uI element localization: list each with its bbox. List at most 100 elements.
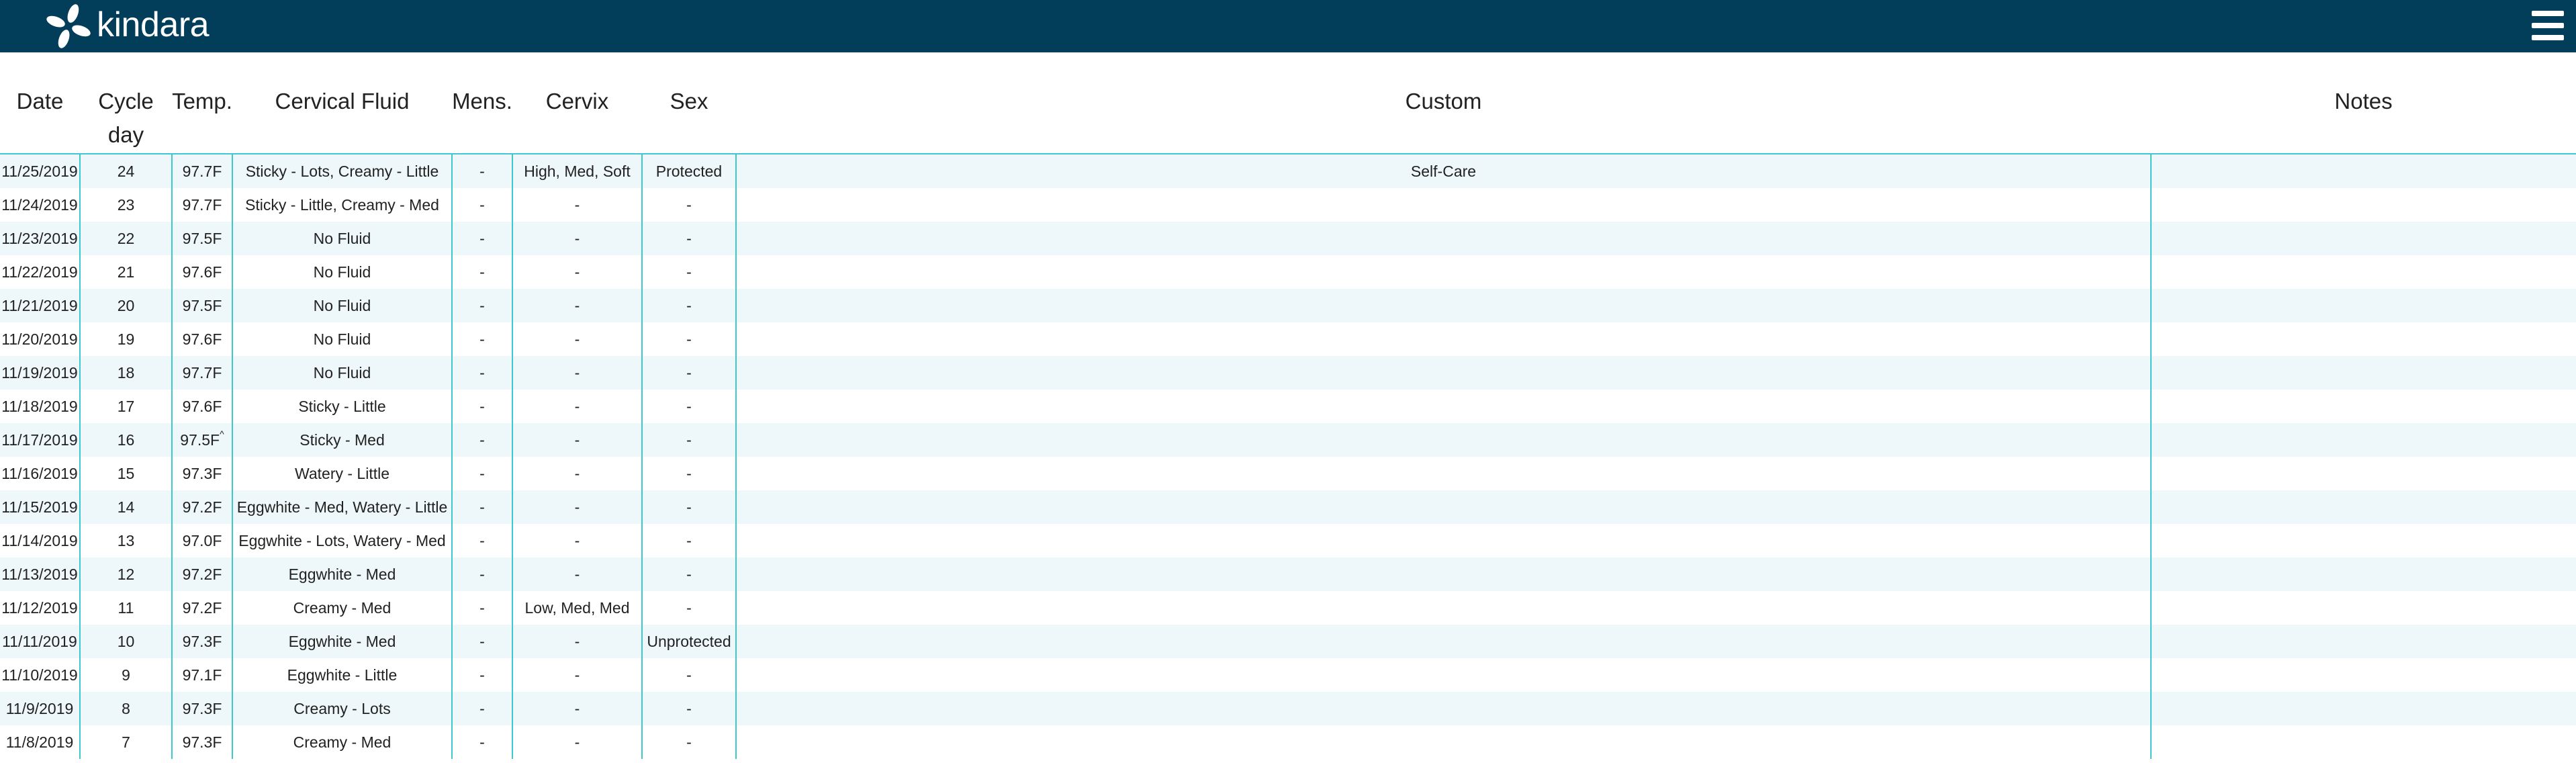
cell-sex[interactable]: - <box>641 222 736 255</box>
cell-custom[interactable] <box>735 591 2151 625</box>
cell-date[interactable]: 11/18/2019 <box>0 390 80 423</box>
cell-cycle-day[interactable]: 8 <box>79 692 172 725</box>
cell-date[interactable]: 11/8/2019 <box>0 725 80 759</box>
cell-custom[interactable] <box>735 289 2151 322</box>
cell-cervix[interactable]: - <box>512 457 642 490</box>
cell-cervix[interactable]: - <box>512 692 642 725</box>
cell-mens[interactable]: - <box>451 591 512 625</box>
cell-temp[interactable]: 97.7F <box>171 356 232 390</box>
cell-sex[interactable]: - <box>641 390 736 423</box>
cell-mens[interactable]: - <box>451 356 512 390</box>
cell-cervix[interactable]: - <box>512 423 642 457</box>
cell-cervical-fluid[interactable]: Eggwhite - Little <box>232 658 452 692</box>
cell-sex[interactable]: Unprotected <box>641 625 736 658</box>
cell-cycle-day[interactable]: 10 <box>79 625 172 658</box>
cell-cycle-day[interactable]: 16 <box>79 423 172 457</box>
table-row[interactable]: 11/22/2019 21 97.6F No Fluid - - - <box>0 255 2576 289</box>
cell-sex[interactable]: - <box>641 423 736 457</box>
cell-sex[interactable]: - <box>641 658 736 692</box>
cell-date[interactable]: 11/12/2019 <box>0 591 80 625</box>
cell-notes[interactable] <box>2150 457 2576 490</box>
cell-date[interactable]: 11/23/2019 <box>0 222 80 255</box>
cell-temp[interactable]: 97.3F <box>171 725 232 759</box>
cell-notes[interactable] <box>2150 255 2576 289</box>
cell-temp[interactable]: 97.1F <box>171 658 232 692</box>
cell-cycle-day[interactable]: 21 <box>79 255 172 289</box>
table-row[interactable]: 11/19/2019 18 97.7F No Fluid - - - <box>0 356 2576 390</box>
cell-custom[interactable] <box>735 557 2151 591</box>
cell-date[interactable]: 11/16/2019 <box>0 457 80 490</box>
cell-custom[interactable] <box>735 322 2151 356</box>
cell-cervix[interactable]: - <box>512 625 642 658</box>
hamburger-menu-icon[interactable] <box>2532 9 2564 42</box>
cell-custom[interactable] <box>735 356 2151 390</box>
cell-notes[interactable] <box>2150 154 2576 188</box>
cell-cycle-day[interactable]: 22 <box>79 222 172 255</box>
cell-cervical-fluid[interactable]: Eggwhite - Med <box>232 557 452 591</box>
cell-temp[interactable]: 97.2F <box>171 591 232 625</box>
table-row[interactable]: 11/25/2019 24 97.7F Sticky - Lots, Creamy -… <box>0 154 2576 188</box>
cell-mens[interactable]: - <box>451 725 512 759</box>
cell-date[interactable]: 11/21/2019 <box>0 289 80 322</box>
cell-notes[interactable] <box>2150 322 2576 356</box>
table-row[interactable]: 11/11/2019 10 97.3F Eggwhite - Med - - Unprote… <box>0 625 2576 658</box>
cell-cervical-fluid[interactable]: Creamy - Med <box>232 725 452 759</box>
cell-notes[interactable] <box>2150 591 2576 625</box>
cell-notes[interactable] <box>2150 188 2576 222</box>
cell-temp[interactable]: 97.2F <box>171 557 232 591</box>
cell-sex[interactable]: - <box>641 692 736 725</box>
cell-mens[interactable]: - <box>451 490 512 524</box>
cell-notes[interactable] <box>2150 289 2576 322</box>
cell-cervix[interactable]: - <box>512 557 642 591</box>
kindara-logo[interactable]: kindara <box>44 0 210 52</box>
cell-notes[interactable] <box>2150 524 2576 557</box>
cell-mens[interactable]: - <box>451 692 512 725</box>
cell-sex[interactable]: - <box>641 356 736 390</box>
cell-cycle-day[interactable]: 20 <box>79 289 172 322</box>
cell-mens[interactable]: - <box>451 154 512 188</box>
cell-date[interactable]: 11/17/2019 <box>0 423 80 457</box>
cell-custom[interactable] <box>735 255 2151 289</box>
cell-date[interactable]: 11/22/2019 <box>0 255 80 289</box>
cell-cervical-fluid[interactable]: Sticky - Little, Creamy - Med <box>232 188 452 222</box>
table-row[interactable]: 11/10/2019 9 97.1F Eggwhite - Little - - - <box>0 658 2576 692</box>
cell-sex[interactable]: - <box>641 725 736 759</box>
cell-sex[interactable]: - <box>641 255 736 289</box>
cell-custom[interactable] <box>735 423 2151 457</box>
cell-notes[interactable] <box>2150 356 2576 390</box>
cell-custom[interactable] <box>735 725 2151 759</box>
cell-cervical-fluid[interactable]: No Fluid <box>232 222 452 255</box>
cell-notes[interactable] <box>2150 557 2576 591</box>
cell-sex[interactable]: Protected <box>641 154 736 188</box>
cell-temp[interactable]: 97.5F^ <box>171 423 232 457</box>
cell-cycle-day[interactable]: 7 <box>79 725 172 759</box>
table-row[interactable]: 11/12/2019 11 97.2F Creamy - Med - Low, Med, … <box>0 591 2576 625</box>
cell-cervical-fluid[interactable]: Eggwhite - Med, Watery - Little <box>232 490 452 524</box>
cell-cycle-day[interactable]: 18 <box>79 356 172 390</box>
cell-custom[interactable] <box>735 188 2151 222</box>
cell-custom[interactable] <box>735 390 2151 423</box>
cell-cervical-fluid[interactable]: Creamy - Med <box>232 591 452 625</box>
cell-cervix[interactable]: Low, Med, Med <box>512 591 642 625</box>
table-row[interactable]: 11/14/2019 13 97.0F Eggwhite - Lots, Watery… <box>0 524 2576 557</box>
cell-cycle-day[interactable]: 14 <box>79 490 172 524</box>
cell-mens[interactable]: - <box>451 625 512 658</box>
cell-date[interactable]: 11/10/2019 <box>0 658 80 692</box>
cell-sex[interactable]: - <box>641 322 736 356</box>
cell-mens[interactable]: - <box>451 557 512 591</box>
cell-cycle-day[interactable]: 23 <box>79 188 172 222</box>
cell-cycle-day[interactable]: 9 <box>79 658 172 692</box>
cell-temp[interactable]: 97.3F <box>171 457 232 490</box>
cell-cervical-fluid[interactable]: Sticky - Lots, Creamy - Little <box>232 154 452 188</box>
cell-cycle-day[interactable]: 11 <box>79 591 172 625</box>
cell-custom[interactable]: Self-Care <box>735 154 2151 188</box>
cell-cervix[interactable]: - <box>512 490 642 524</box>
table-row[interactable]: 11/17/2019 16 97.5F^ Sticky - Med - - - <box>0 423 2576 457</box>
cell-temp[interactable]: 97.6F <box>171 390 232 423</box>
cell-cervical-fluid[interactable]: No Fluid <box>232 322 452 356</box>
cell-cycle-day[interactable]: 15 <box>79 457 172 490</box>
cell-mens[interactable]: - <box>451 390 512 423</box>
cell-cervix[interactable]: High, Med, Soft <box>512 154 642 188</box>
cell-cycle-day[interactable]: 17 <box>79 390 172 423</box>
cell-sex[interactable]: - <box>641 591 736 625</box>
